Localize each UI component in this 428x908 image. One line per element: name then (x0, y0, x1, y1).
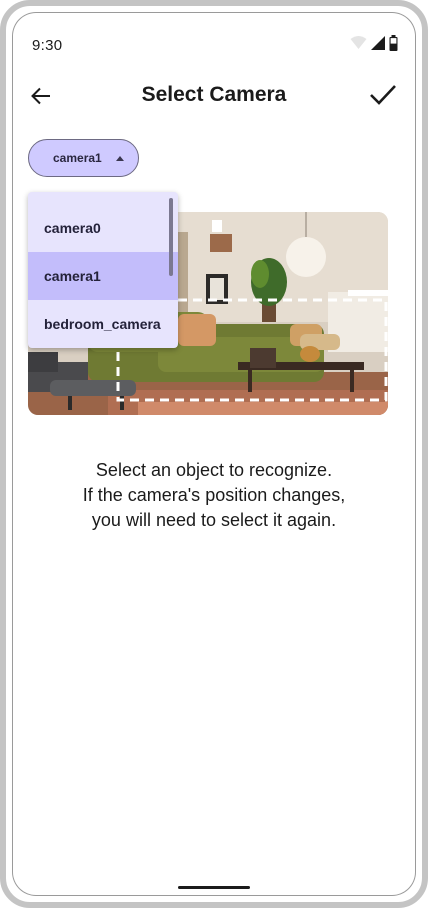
battery-icon (389, 34, 398, 56)
home-indicator[interactable] (178, 886, 250, 889)
instructions-text: Select an object to recognize. If the ca… (6, 458, 422, 533)
dropdown-option-camera1[interactable]: camera1 (28, 252, 178, 300)
status-time: 9:30 (32, 37, 63, 54)
dropdown-scrollbar[interactable] (169, 198, 173, 276)
camera-selector-label: camera1 (53, 151, 102, 165)
check-icon (369, 84, 397, 111)
wifi-icon (350, 35, 367, 55)
camera-dropdown-menu: camera0 camera1 bedroom_camera (28, 192, 178, 348)
confirm-button[interactable] (364, 78, 402, 116)
status-icons (350, 34, 398, 56)
dropdown-option-bedroom-camera[interactable]: bedroom_camera (28, 300, 178, 348)
device-frame: 9:30 Select Camera camera1 camera0 camer… (0, 0, 428, 908)
page-title: Select Camera (141, 83, 287, 106)
instructions-line-1: Select an object to recognize. (95, 460, 333, 480)
instructions-line-3: you will need to select it again. (91, 510, 337, 530)
dropdown-option-camera0[interactable]: camera0 (28, 204, 178, 252)
camera-selector-chip[interactable]: camera1 (28, 139, 139, 177)
signal-icon (371, 35, 385, 55)
instructions-line-2: If the camera's position changes, (82, 485, 346, 505)
caret-up-icon (115, 155, 124, 161)
